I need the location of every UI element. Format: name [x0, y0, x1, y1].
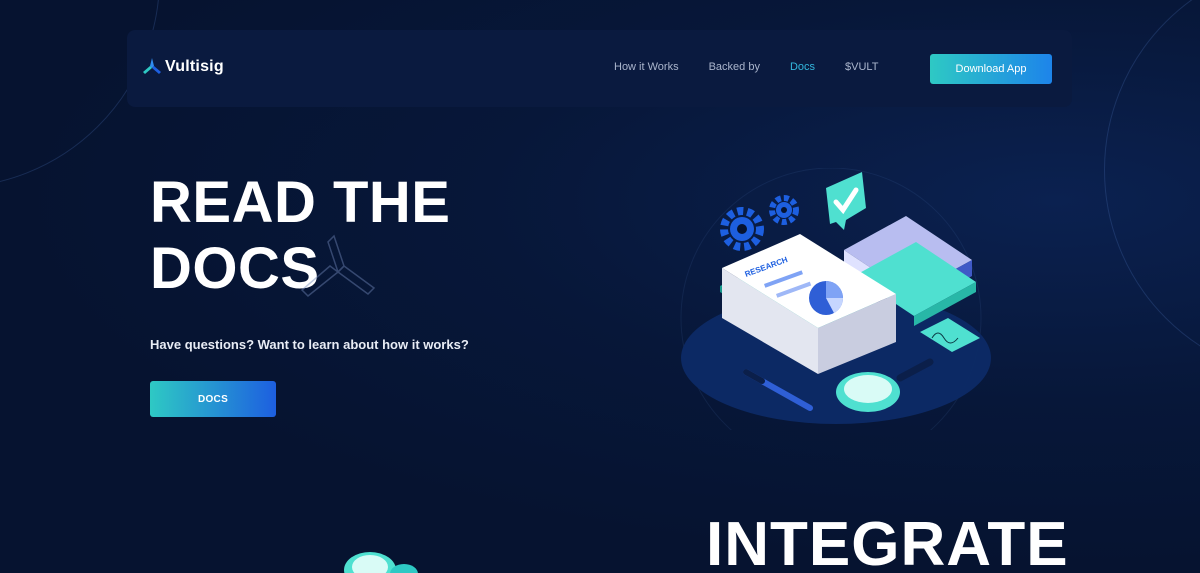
brand-logo-link[interactable]: Vultisig	[143, 57, 224, 77]
faded-logo-mark-icon	[300, 234, 376, 298]
download-app-button[interactable]: Download App	[930, 54, 1052, 84]
integrate-section-title: INTEGRATE	[706, 510, 1069, 573]
nav-link-vult[interactable]: $VULT	[845, 61, 878, 73]
navbar: Vultisig How it Works Backed by Docs $VU…	[127, 30, 1072, 107]
nav-link-docs[interactable]: Docs	[790, 61, 815, 73]
hero-title-line-2: DOCS	[150, 236, 320, 301]
checkmark-badge-icon	[826, 172, 866, 230]
integrate-illustration	[344, 552, 418, 573]
nav-link-backed-by[interactable]: Backed by	[709, 61, 760, 73]
page: Vultisig How it Works Backed by Docs $VU…	[0, 0, 1200, 573]
gear-icon	[720, 195, 799, 251]
vultisig-logo-icon	[143, 58, 161, 74]
docs-button[interactable]: DOCS	[150, 381, 276, 417]
nav-link-how-it-works[interactable]: How it Works	[614, 61, 679, 73]
brand-name: Vultisig	[165, 58, 224, 75]
docs-illustration: RESEARCH	[680, 168, 991, 430]
hero-subtitle: Have questions? Want to learn about how …	[150, 337, 469, 352]
decorative-circle	[1104, 0, 1200, 380]
hero-title-line-1: READ THE	[150, 170, 451, 235]
nav-links: How it Works Backed by Docs $VULT	[614, 61, 878, 73]
